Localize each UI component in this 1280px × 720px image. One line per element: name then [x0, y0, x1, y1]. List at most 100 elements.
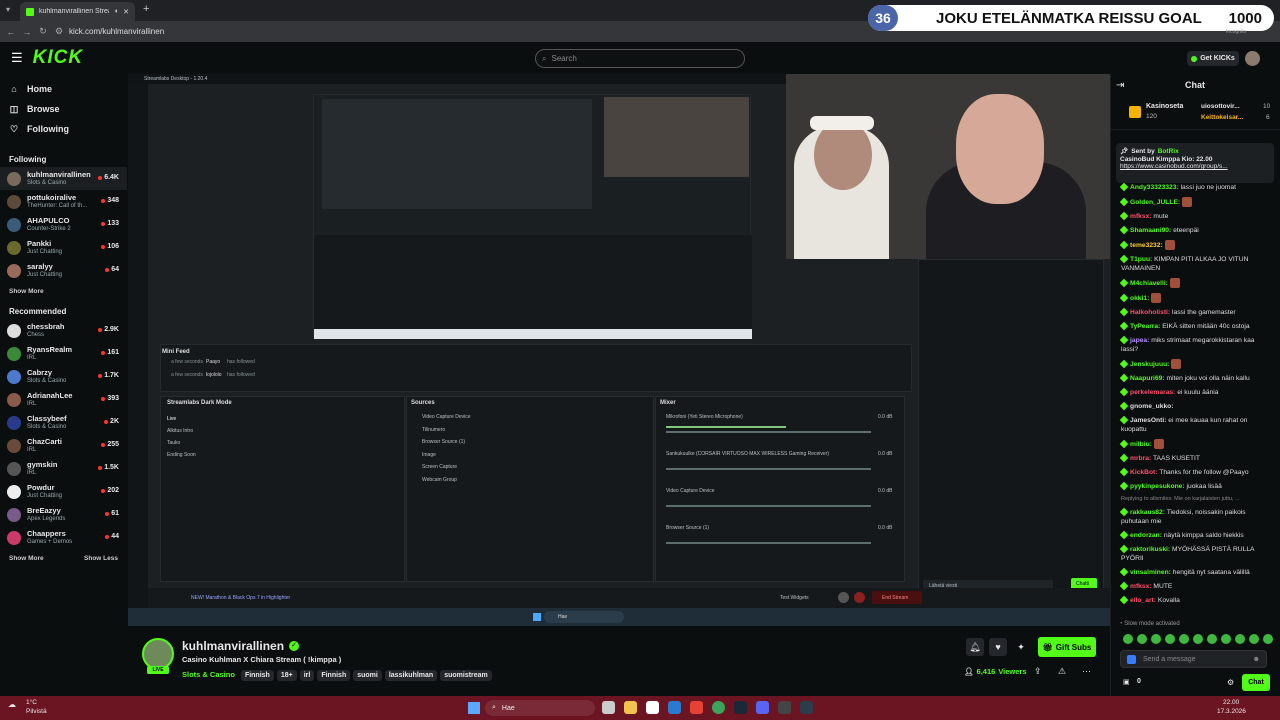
- sidebar-channel[interactable]: chessbrah Chess 2.9K: [0, 319, 127, 342]
- steam-icon[interactable]: [734, 701, 747, 714]
- quick-emote-icon[interactable]: [1235, 634, 1245, 644]
- more-options-icon[interactable]: ⋯: [1082, 666, 1091, 677]
- gift-subs-button[interactable]: 🎁︎ Gift Subs: [1038, 637, 1096, 657]
- chat-username[interactable]: T1puu:: [1130, 256, 1152, 263]
- stream-tag[interactable]: irl: [299, 670, 315, 681]
- sidebar-channel[interactable]: pottukoiralive TheHunter: Call of th... 34…: [0, 190, 127, 213]
- quick-emote-icon[interactable]: [1151, 634, 1161, 644]
- url-text[interactable]: kick.com/kuhlmanvirallinen: [69, 27, 164, 36]
- mail-icon[interactable]: [668, 701, 681, 714]
- quick-emote-icon[interactable]: [1221, 634, 1231, 644]
- recommended-show-more[interactable]: Show More: [9, 555, 44, 562]
- sidebar-channel[interactable]: Chaappers Games + Demos 44: [0, 526, 127, 549]
- get-kicks-button[interactable]: Get KICKs: [1187, 51, 1239, 66]
- tab-close-icon[interactable]: ✕: [123, 8, 129, 16]
- quick-emote-icon[interactable]: [1165, 634, 1175, 644]
- emoji-icon[interactable]: ☻: [1253, 656, 1260, 663]
- follow-heart-icon[interactable]: ♥: [989, 638, 1007, 656]
- sidebar-channel[interactable]: Pankki Just Chatting 106: [0, 236, 127, 259]
- chat-username[interactable]: raktorikuski:: [1130, 546, 1170, 553]
- chat-points-icon[interactable]: ▣: [1123, 678, 1130, 686]
- chat-username[interactable]: JamesOnti:: [1130, 417, 1166, 424]
- tab-audio-icon[interactable]: ◖: [114, 8, 118, 15]
- chrome-icon[interactable]: [712, 701, 725, 714]
- store-icon[interactable]: [646, 701, 659, 714]
- browser-tab[interactable]: kuhlmanvirallinen Stream ◖ ✕: [20, 2, 135, 21]
- chat-username[interactable]: perkelemaras:: [1130, 389, 1175, 396]
- quick-emote-icon[interactable]: [1263, 634, 1273, 644]
- chat-username[interactable]: gnome_ukko:: [1130, 403, 1173, 410]
- chat-send-button[interactable]: Chat: [1242, 674, 1270, 691]
- stream-tag[interactable]: lassikuhlman: [384, 670, 438, 681]
- chat-username[interactable]: mfksx:: [1130, 213, 1152, 220]
- sidebar-channel[interactable]: Powdur Just Chatting 202: [0, 480, 127, 503]
- channel-name[interactable]: kuhlmanvirallinen: [182, 639, 284, 653]
- quick-emote-icon[interactable]: [1193, 634, 1203, 644]
- sidebar-channel[interactable]: kuhlmanvirallinen Slots & Casino 6.4K: [0, 167, 127, 190]
- chat-username[interactable]: ello_art:: [1130, 597, 1156, 604]
- back-icon[interactable]: ←: [5, 27, 17, 37]
- nav-home[interactable]: ⌂ Home: [0, 79, 127, 99]
- sidebar-channel[interactable]: Cabrzy Slots & Casino 1.7K: [0, 365, 127, 388]
- stream-category[interactable]: Slots & Casino: [182, 670, 235, 679]
- chat-username[interactable]: TyPearra:: [1130, 323, 1160, 330]
- quick-emote-icon[interactable]: [1179, 634, 1189, 644]
- chat-username[interactable]: endorzan:: [1130, 532, 1162, 539]
- stream-tag[interactable]: Finnish: [240, 670, 274, 681]
- sidebar-channel[interactable]: saralyy Just Chatting 64: [0, 259, 127, 282]
- notification-bell-icon[interactable]: 🔔︎: [966, 638, 984, 656]
- pinned-link[interactable]: https://www.casinobud.com/group/s...: [1120, 163, 1270, 170]
- chat-username[interactable]: mrbra:: [1130, 455, 1151, 462]
- sidebar-channel[interactable]: BreEazyy Apex Legends 61: [0, 503, 127, 526]
- chat-username[interactable]: KickBot:: [1130, 469, 1158, 476]
- quick-emote-icon[interactable]: [1207, 634, 1217, 644]
- chat-username[interactable]: Halkoholisti:: [1130, 309, 1170, 316]
- stream-tag[interactable]: Finnish: [317, 670, 351, 681]
- tab-menu-icon[interactable]: ▾: [6, 5, 10, 14]
- taskview-icon[interactable]: [602, 701, 615, 714]
- collapse-chat-icon[interactable]: ⇥: [1116, 80, 1124, 91]
- sidebar-channel[interactable]: gymskin IRL 1.5K: [0, 457, 127, 480]
- chat-settings-icon[interactable]: ⚙: [1227, 678, 1234, 687]
- chat-username[interactable]: Andy33323323:: [1130, 184, 1179, 191]
- streamlabs-taskbar-icon[interactable]: [800, 701, 813, 714]
- recommended-show-less[interactable]: Show Less: [84, 555, 118, 562]
- obs-taskbar-icon[interactable]: [778, 701, 791, 714]
- file-explorer-icon[interactable]: [624, 701, 637, 714]
- quick-emote-icon[interactable]: [1137, 634, 1147, 644]
- windows-search[interactable]: ⌕ Hae: [485, 700, 595, 716]
- sidebar-channel[interactable]: RyansRealm IRL 161: [0, 342, 127, 365]
- stream-tag[interactable]: suomi: [353, 670, 382, 681]
- chat-username[interactable]: japea:: [1130, 337, 1149, 344]
- chat-username[interactable]: Naapuri69:: [1130, 375, 1165, 382]
- chat-username[interactable]: M4chiavelli:: [1130, 279, 1168, 286]
- discord-icon[interactable]: [756, 701, 769, 714]
- pinned-message[interactable]: 📌︎ Sent by BotRix CasinoBud Kimppa Kio: …: [1116, 143, 1274, 183]
- kick-logo[interactable]: KICK: [33, 47, 83, 69]
- quick-emote-icon[interactable]: [1249, 634, 1259, 644]
- quick-emote-icon[interactable]: [1123, 634, 1133, 644]
- chat-username[interactable]: rakkaus82:: [1130, 509, 1165, 516]
- user-avatar[interactable]: [1245, 51, 1260, 66]
- sidebar-channel[interactable]: AdrianahLee IRL 393: [0, 388, 127, 411]
- chat-username[interactable]: milbiu:: [1130, 440, 1152, 447]
- chat-username[interactable]: okki1:: [1130, 294, 1149, 301]
- menu-icon[interactable]: ☰: [11, 50, 23, 66]
- sidebar-channel[interactable]: AHAPULCO Counter-Strike 2 133: [0, 213, 127, 236]
- stream-tag[interactable]: 18+: [276, 670, 297, 681]
- opera-icon[interactable]: [690, 701, 703, 714]
- search-input[interactable]: ⌕ Search: [535, 49, 745, 68]
- sidebar-channel[interactable]: ChazCarti IRL 255: [0, 434, 127, 457]
- report-icon[interactable]: ⚠: [1058, 666, 1066, 677]
- windows-start-icon[interactable]: [468, 702, 480, 714]
- chat-username[interactable]: vinsalminen:: [1130, 569, 1171, 576]
- chat-username[interactable]: Golden_JULLE:: [1130, 198, 1180, 205]
- chat-username[interactable]: Shamaani90:: [1130, 227, 1171, 234]
- reload-icon[interactable]: ↻: [37, 26, 49, 37]
- nav-following[interactable]: ♡ Following: [0, 119, 127, 139]
- site-info-icon[interactable]: ⚙: [53, 26, 65, 37]
- stream-tag[interactable]: suomistream: [440, 670, 492, 681]
- nav-browse[interactable]: ◫ Browse: [0, 99, 127, 119]
- share-icon[interactable]: ⇪: [1034, 666, 1042, 677]
- chat-username[interactable]: pyykinpesukone:: [1130, 483, 1185, 490]
